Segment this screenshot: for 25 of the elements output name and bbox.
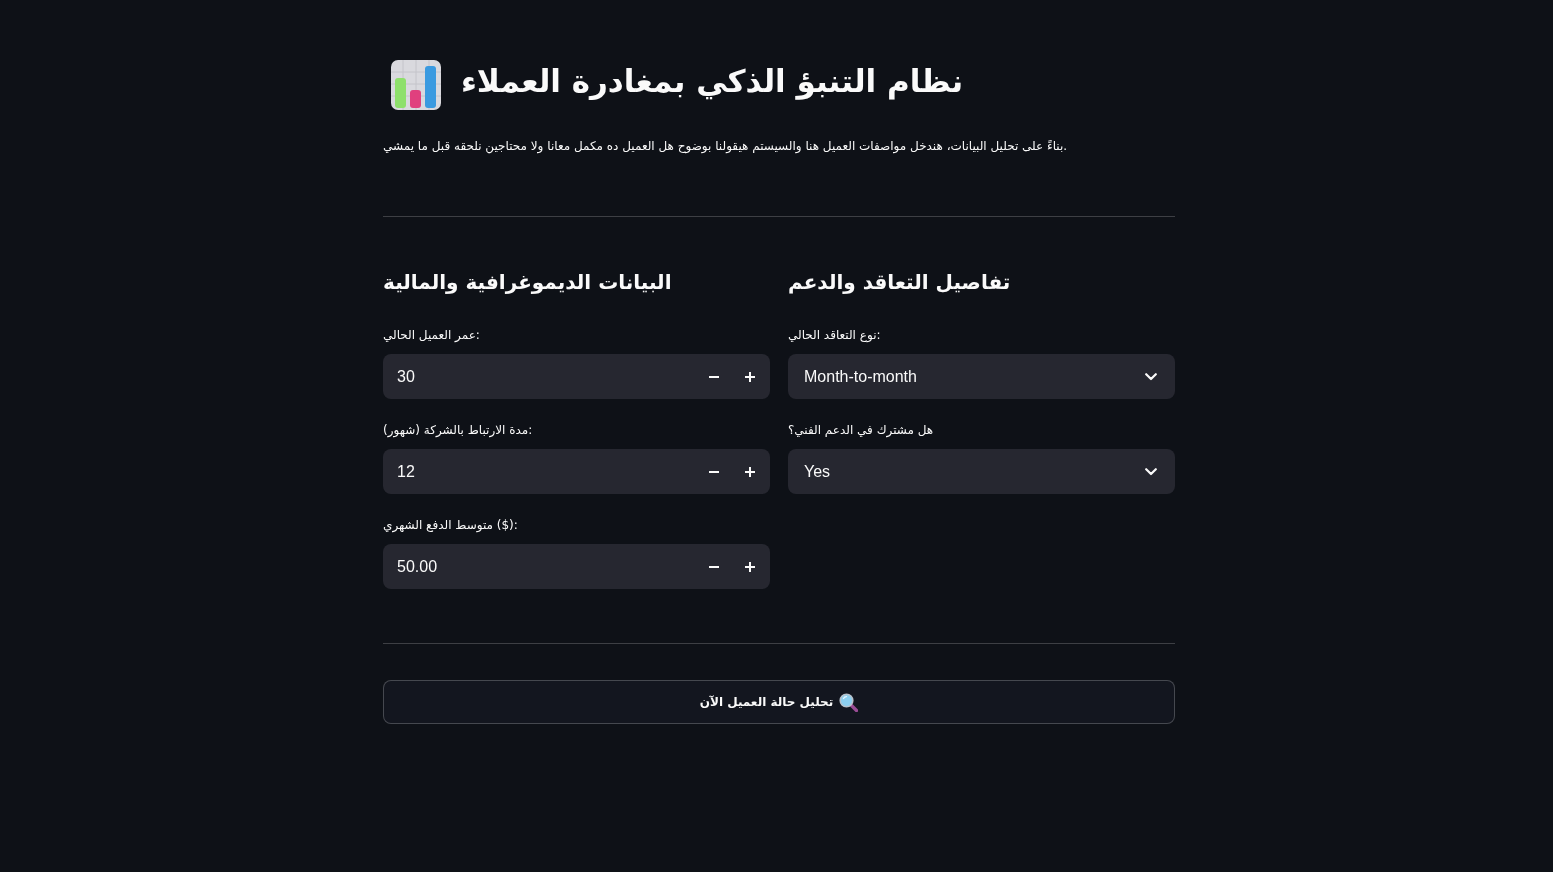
analyze-button[interactable]: تحليل حالة العميل الآن	[383, 680, 1175, 724]
section-heading: البيانات الديموغرافية والمالية	[383, 269, 673, 296]
field-label: مدة الارتباط بالشركة (شهور):	[383, 422, 533, 438]
select-dropdown[interactable]: Yes	[788, 449, 1175, 494]
plus-icon	[745, 466, 755, 477]
plus-icon	[745, 371, 755, 382]
plus-icon	[745, 561, 755, 572]
bar-chart-icon	[391, 60, 441, 110]
minus-icon	[709, 470, 719, 473]
number-input[interactable]: 30	[383, 354, 770, 399]
page-description: بناءً على تحليل البيانات، هندخل مواصفات العميل هنا والسيستم هيقولنا بوضوح هل العميل ده مكمل معانا ولا محتاجين نلحقه قبل ما يمشي.	[383, 138, 1069, 156]
minus-icon	[709, 565, 719, 568]
field-label: متوسط الدفع الشهري ($):	[383, 517, 518, 533]
page-title: نظام التنبؤ الذكي بمغادرة العملاء	[461, 62, 964, 102]
field-label: هل مشترك في الدعم الفني؟	[788, 422, 934, 438]
search-icon	[839, 692, 859, 712]
field-label: نوع التعاقد الحالي:	[788, 327, 881, 343]
select-dropdown[interactable]: Month-to-month	[788, 354, 1175, 399]
chevron-down-icon	[1145, 467, 1157, 476]
field-label: عمر العميل الحالي:	[383, 327, 480, 343]
minus-icon	[709, 375, 719, 378]
chevron-down-icon	[1145, 372, 1157, 381]
section-heading: تفاصيل التعاقد والدعم	[788, 269, 1012, 296]
number-input[interactable]: 12	[383, 449, 770, 494]
number-input[interactable]: 50.00	[383, 544, 770, 589]
